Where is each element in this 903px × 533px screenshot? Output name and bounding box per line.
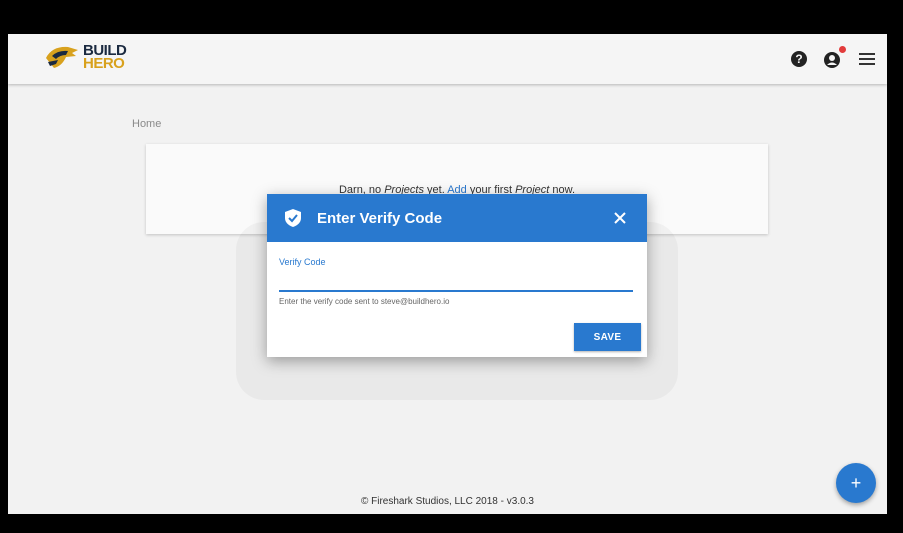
shield-check-icon <box>285 209 301 227</box>
buildhero-logo[interactable]: BUILD HERO <box>44 43 127 72</box>
app-bar-actions: ? <box>791 34 875 84</box>
app-bar: BUILD HERO ? <box>8 34 887 84</box>
notification-badge <box>839 46 846 53</box>
breadcrumb: Home <box>132 118 161 130</box>
breadcrumb-home[interactable]: Home <box>132 118 161 130</box>
verify-code-dialog: Enter Verify Code Verify Code Enter the … <box>267 194 647 357</box>
account-alert-icon[interactable] <box>823 46 846 69</box>
footer-copyright: © Fireshark Studios, LLC 2018 - v3.0.3 <box>360 496 534 507</box>
add-project-fab[interactable]: + <box>836 463 876 503</box>
menu-icon[interactable] <box>859 53 875 65</box>
verify-code-label: Verify Code <box>279 257 326 267</box>
save-button[interactable]: SAVE <box>574 323 641 351</box>
app-viewport: BUILD HERO ? Home Darn, no Projects yet.… <box>8 34 887 514</box>
dialog-title: Enter Verify Code <box>317 209 443 227</box>
verify-code-input[interactable] <box>279 272 633 292</box>
logo-line-2: HERO <box>83 55 125 72</box>
hero-helmet-logo-icon <box>46 46 78 68</box>
dialog-header: Enter Verify Code <box>267 194 647 242</box>
logo-wordmark: BUILD HERO <box>83 43 127 72</box>
close-icon[interactable] <box>611 209 629 227</box>
help-icon[interactable]: ? <box>791 51 807 67</box>
verify-code-helper-text: Enter the verify code sent to steve@buil… <box>279 297 450 306</box>
